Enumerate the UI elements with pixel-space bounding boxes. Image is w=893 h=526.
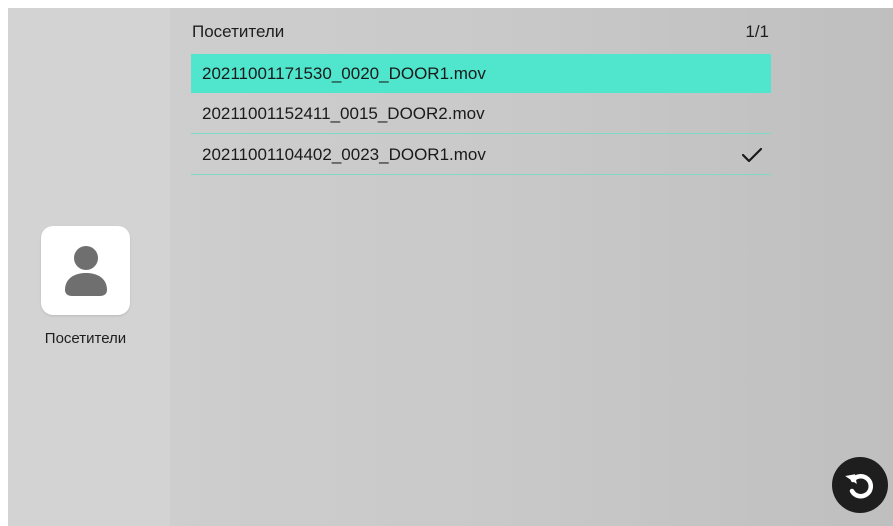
- file-name: 20211001152411_0015_DOOR2.mov: [202, 104, 485, 123]
- file-row-1[interactable]: 20211001171530_0020_DOOR1.mov: [191, 54, 771, 93]
- sidebar-item-label: Посетители: [44, 330, 127, 347]
- file-row-3[interactable]: 20211001104402_0023_DOOR1.mov: [191, 136, 771, 175]
- person-icon: [64, 245, 107, 296]
- check-icon: [741, 147, 763, 163]
- screen: Посетители Посетители 1/1 20211001171530…: [8, 8, 893, 526]
- list-title: Посетители: [192, 22, 285, 41]
- file-row-2[interactable]: 20211001152411_0015_DOOR2.mov: [191, 95, 771, 134]
- undo-arrow-icon: [845, 474, 874, 499]
- file-list: 20211001171530_0020_DOOR1.mov 2021100115…: [191, 54, 771, 177]
- sidebar-item-visitors[interactable]: [41, 226, 130, 315]
- back-button[interactable]: [832, 457, 888, 513]
- file-name: 20211001171530_0020_DOOR1.mov: [202, 63, 486, 83]
- file-name: 20211001104402_0023_DOOR1.mov: [202, 145, 486, 164]
- page-indicator: 1/1: [745, 22, 769, 41]
- sidebar: Посетители: [8, 8, 170, 526]
